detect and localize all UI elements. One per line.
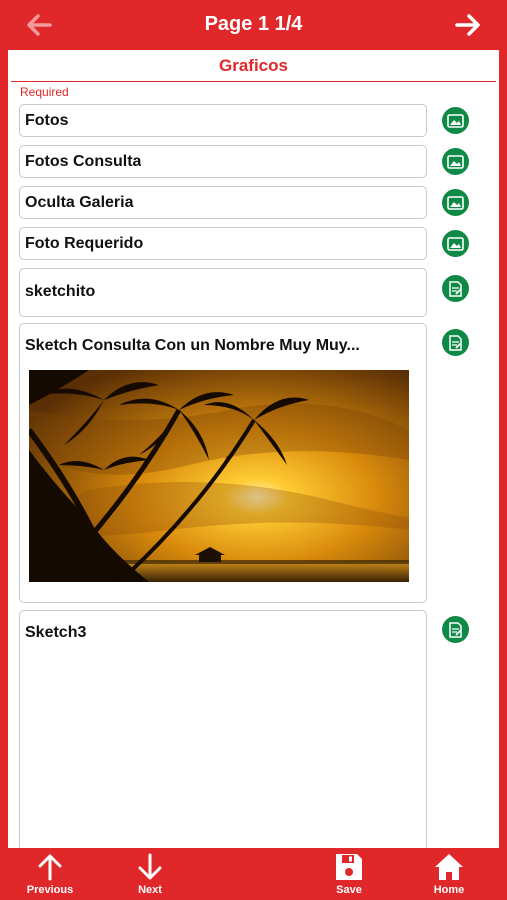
image-icon[interactable] — [442, 189, 469, 216]
save-button[interactable]: Save — [314, 852, 384, 896]
field-label: Foto Requerido — [25, 235, 144, 252]
image-icon[interactable] — [442, 148, 469, 175]
image-icon[interactable] — [442, 230, 469, 257]
sketch-image — [29, 370, 409, 582]
field-label: Fotos — [25, 112, 69, 129]
sketch-icon[interactable] — [442, 275, 469, 302]
sketch-icon[interactable] — [442, 329, 469, 356]
forward-arrow-icon[interactable] — [451, 8, 485, 42]
next-label: Next — [138, 884, 162, 896]
field-sketch3[interactable]: Sketch3 — [19, 610, 427, 855]
page-title: Page 1 1/4 — [204, 13, 303, 35]
field-sketchito[interactable]: sketchito — [19, 268, 427, 317]
header-bar: Page 1 1/4 — [0, 0, 507, 50]
field-fotos[interactable]: Fotos — [19, 104, 427, 137]
field-oculta-galeria[interactable]: Oculta Galeria — [19, 186, 427, 219]
sketch-icon[interactable] — [442, 616, 469, 643]
home-icon — [435, 854, 463, 880]
down-arrow-icon — [138, 853, 162, 880]
previous-label: Previous — [26, 884, 74, 896]
app-frame: Page 1 1/4 Graficos Required Fotos Fotos… — [0, 0, 507, 900]
footer-toolbar: Previous Next Save Home — [0, 848, 507, 900]
save-label: Save — [336, 884, 362, 896]
field-label: Sketch Consulta Con un Nombre Muy Muy... — [25, 337, 360, 354]
field-label: Fotos Consulta — [25, 153, 142, 170]
field-label: Sketch3 — [25, 624, 87, 641]
field-sketch-consulta[interactable]: Sketch Consulta Con un Nombre Muy Muy... — [19, 323, 427, 603]
image-icon[interactable] — [442, 107, 469, 134]
up-arrow-icon — [38, 854, 62, 881]
next-button[interactable]: Next — [115, 852, 185, 896]
previous-button[interactable]: Previous — [15, 852, 85, 896]
field-fotos-consulta[interactable]: Fotos Consulta — [19, 145, 427, 178]
home-button[interactable]: Home — [414, 852, 484, 896]
save-icon — [336, 854, 362, 880]
field-foto-requerido[interactable]: Foto Requerido — [19, 227, 427, 260]
field-label: sketchito — [25, 283, 96, 300]
section-title: Graficos — [11, 56, 496, 82]
home-label: Home — [433, 884, 465, 896]
required-note: Required — [20, 85, 69, 99]
field-label: Oculta Galeria — [25, 194, 134, 211]
